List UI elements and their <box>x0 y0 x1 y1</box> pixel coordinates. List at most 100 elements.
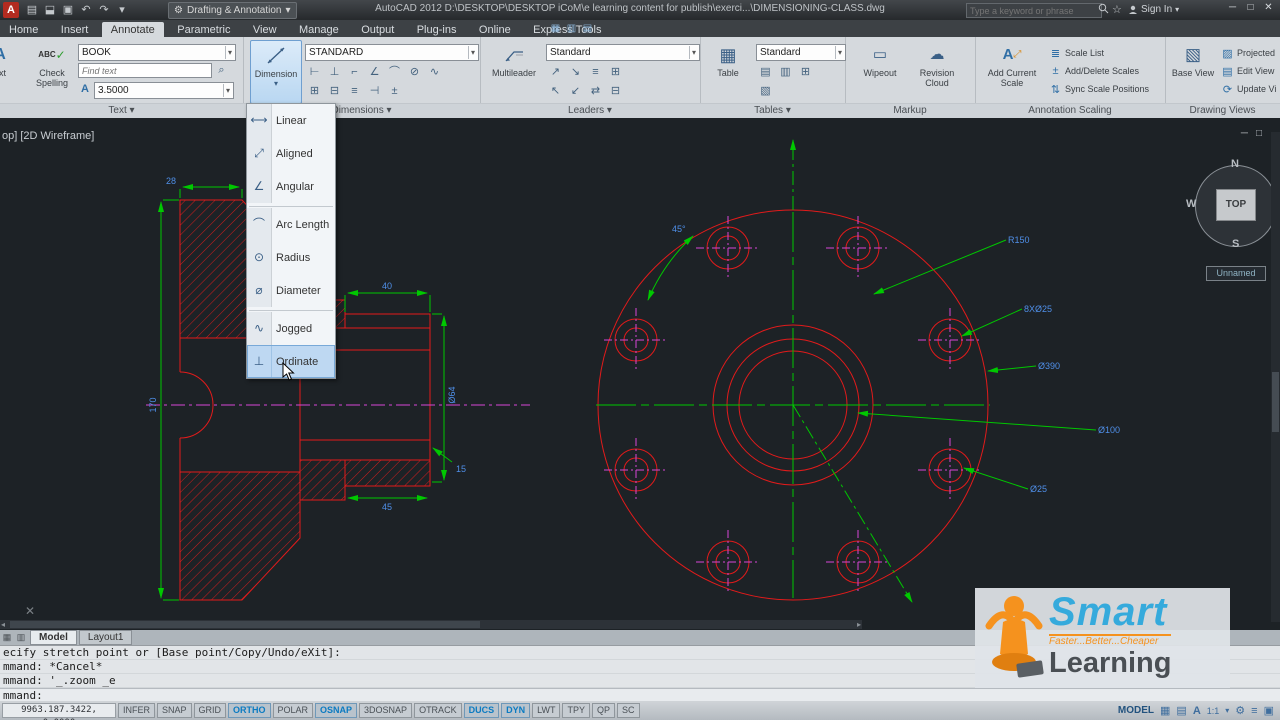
find-text-input[interactable] <box>78 63 212 78</box>
add-delete-scales-button[interactable]: ± Add/Delete Scales <box>1049 63 1139 79</box>
qat-dropdown-icon[interactable]: ▾ <box>114 2 130 18</box>
quick-view-layouts-icon[interactable]: ▦ <box>1160 704 1170 717</box>
table-tool-icon[interactable]: ▧ <box>756 83 775 99</box>
favorites-star-icon[interactable]: ☆ <box>1112 3 1122 16</box>
dim-tool-icon[interactable]: ⊞ <box>305 83 324 99</box>
viewport-minimize-icon[interactable]: ─ <box>1241 128 1248 139</box>
section-view[interactable] <box>146 199 530 601</box>
toggle-tpy[interactable]: TPY <box>562 703 590 718</box>
open-icon[interactable]: ▤ <box>24 2 40 18</box>
workspace-switcher[interactable]: ⚙ Drafting & Annotation ▾ <box>168 2 297 19</box>
horizontal-scrollbar-thumb[interactable] <box>10 621 480 628</box>
viewport-restore-icon[interactable]: □ <box>1256 128 1262 139</box>
menu-item-radius[interactable]: ⊙ Radius <box>247 241 335 274</box>
align-leaders-icon[interactable]: ≡ <box>586 64 605 80</box>
drawing-canvas[interactable]: 170 28 40 Ø64 45 15 45° R150 8XØ25 Ø390 … <box>0 118 1280 630</box>
panel-label-annotation-scaling[interactable]: Annotation Scaling <box>975 103 1165 118</box>
leader-tool-icon[interactable]: ↙ <box>566 83 585 99</box>
panel-label-text[interactable]: Text ▾ <box>0 103 243 118</box>
toggle-lwt[interactable]: LWT <box>532 703 561 718</box>
flange-dimensions[interactable] <box>647 235 1097 490</box>
horizontal-scrollbar[interactable]: ◂ ▸ <box>0 620 862 629</box>
table-tool-icon[interactable]: ⊞ <box>796 64 815 80</box>
model-space-button[interactable]: MODEL <box>1118 705 1154 716</box>
add-current-scale-button[interactable]: A ⤢ Add Current Scale <box>981 40 1043 102</box>
ribbon-mini-toolbar-icon[interactable]: ▤ <box>580 22 595 35</box>
leader-tool-icon[interactable]: ⇄ <box>586 83 605 99</box>
collect-leaders-icon[interactable]: ⊞ <box>606 64 625 80</box>
workspace-switching-icon[interactable]: ⚙ <box>1235 704 1245 717</box>
projected-view-button[interactable]: ▨ Projected <box>1221 45 1279 61</box>
table-style-combo[interactable]: Standard ▾ <box>756 44 846 61</box>
ribbon-mini-toolbar-icon[interactable]: ▦ <box>548 22 563 35</box>
flange-view[interactable] <box>596 139 990 603</box>
scroll-right-icon[interactable]: ▸ <box>857 620 861 629</box>
layout-nav-icon[interactable]: ▦ <box>0 632 14 643</box>
toggle-osnap[interactable]: OSNAP <box>315 703 358 718</box>
toggle-ortho[interactable]: ORTHO <box>228 703 271 718</box>
sync-scale-positions-button[interactable]: ⇅ Sync Scale Positions <box>1049 81 1149 97</box>
undo-icon[interactable]: ↶ <box>78 2 94 18</box>
redo-icon[interactable]: ↷ <box>96 2 112 18</box>
menu-item-arc-length[interactable]: ⌒ Arc Length <box>247 208 335 241</box>
toggle-dyn[interactable]: DYN <box>501 703 531 718</box>
toggle-grid[interactable]: GRID <box>193 703 227 718</box>
table-tool-icon[interactable]: ▥ <box>776 64 795 80</box>
dim-tool-icon[interactable]: ⌒ <box>385 64 404 80</box>
model-tab[interactable]: Model <box>30 630 77 645</box>
scale-list-button[interactable]: ≣ Scale List <box>1049 45 1104 61</box>
dim-tool-icon[interactable]: ⊢ <box>305 64 324 80</box>
toggle-otrack[interactable]: OTRACK <box>414 703 462 718</box>
toggle-polar[interactable]: POLAR <box>272 703 314 718</box>
toggle-sc[interactable]: SC <box>616 703 640 718</box>
menu-item-diameter[interactable]: ⌀ Diameter <box>247 274 335 307</box>
viewcube-west[interactable]: W <box>1186 198 1196 210</box>
viewcube[interactable]: N W E S TOP <box>1186 158 1280 250</box>
dim-tool-icon[interactable]: ⌐ <box>345 64 364 80</box>
menu-item-jogged[interactable]: ∿ Jogged <box>247 312 335 345</box>
quick-view-drawings-icon[interactable]: ▤ <box>1176 704 1186 717</box>
autocad-logo-icon[interactable]: A <box>3 2 19 18</box>
panel-label-tables[interactable]: Tables ▾ <box>700 103 845 118</box>
menu-item-linear[interactable]: ⟷ Linear <box>247 104 335 137</box>
menu-item-aligned[interactable]: ⤢ Aligned <box>247 137 335 170</box>
scale-dropdown-icon[interactable]: ▾ <box>1225 706 1229 715</box>
edit-view-button[interactable]: ▤ Edit View <box>1221 63 1279 79</box>
scroll-left-icon[interactable]: ◂ <box>1 620 5 629</box>
menu-item-angular[interactable]: ∠ Angular <box>247 170 335 203</box>
panel-label-leaders[interactable]: Leaders ▾ <box>480 103 700 118</box>
search-input[interactable] <box>966 3 1102 18</box>
view-name-badge[interactable]: Unnamed <box>1206 266 1266 281</box>
toggle-ducs[interactable]: DUCS <box>463 703 500 718</box>
drawing-area[interactable]: 170 28 40 Ø64 45 15 45° R150 8XØ25 Ø390 … <box>0 118 1280 630</box>
text-style-combo[interactable]: BOOK ▾ <box>78 44 236 61</box>
status-menu-icon[interactable]: ≡ <box>1251 705 1257 717</box>
dim-tool-icon[interactable]: ∿ <box>425 64 444 80</box>
base-view-button[interactable]: ▧ Base View <box>1169 40 1217 102</box>
annotation-visibility-icon[interactable]: A <box>1193 705 1201 717</box>
dimension-style-combo[interactable]: STANDARD ▾ <box>305 44 479 61</box>
toggle-qp[interactable]: QP <box>591 703 615 718</box>
layout1-tab[interactable]: Layout1 <box>78 630 133 645</box>
viewcube-south[interactable]: S <box>1232 238 1239 250</box>
close-button[interactable]: ✕ <box>1260 1 1277 15</box>
multiline-text-button[interactable]: A ext <box>0 40 22 102</box>
clean-screen-icon[interactable]: ▣ <box>1264 704 1274 717</box>
dim-tool-icon[interactable]: ⊥ <box>325 64 344 80</box>
dim-tool-icon[interactable]: ∠ <box>365 64 384 80</box>
ribbon-mini-toolbar-icon[interactable]: ▥ <box>564 22 579 35</box>
multileader-style-combo[interactable]: Standard ▾ <box>546 44 700 61</box>
multileader-button[interactable]: Multileader <box>488 40 540 102</box>
dimension-button[interactable]: Dimension ▾ <box>250 40 302 104</box>
find-binoculars-icon[interactable]: ⌕ <box>212 62 231 78</box>
leader-tool-icon[interactable]: ↖ <box>546 83 565 99</box>
dim-tool-icon[interactable]: ⊣ <box>365 83 384 99</box>
leader-tool-icon[interactable]: ⊟ <box>606 83 625 99</box>
restore-button[interactable]: □ <box>1242 1 1259 15</box>
search-icon[interactable] <box>1098 3 1109 17</box>
add-leader-icon[interactable]: ↗ <box>546 64 565 80</box>
table-tool-icon[interactable]: ▤ <box>756 64 775 80</box>
check-spelling-button[interactable]: ABC ✓ Check Spelling <box>28 40 76 102</box>
minimize-button[interactable]: ─ <box>1224 1 1241 15</box>
annotation-scale-value[interactable]: 1:1 <box>1207 706 1220 716</box>
